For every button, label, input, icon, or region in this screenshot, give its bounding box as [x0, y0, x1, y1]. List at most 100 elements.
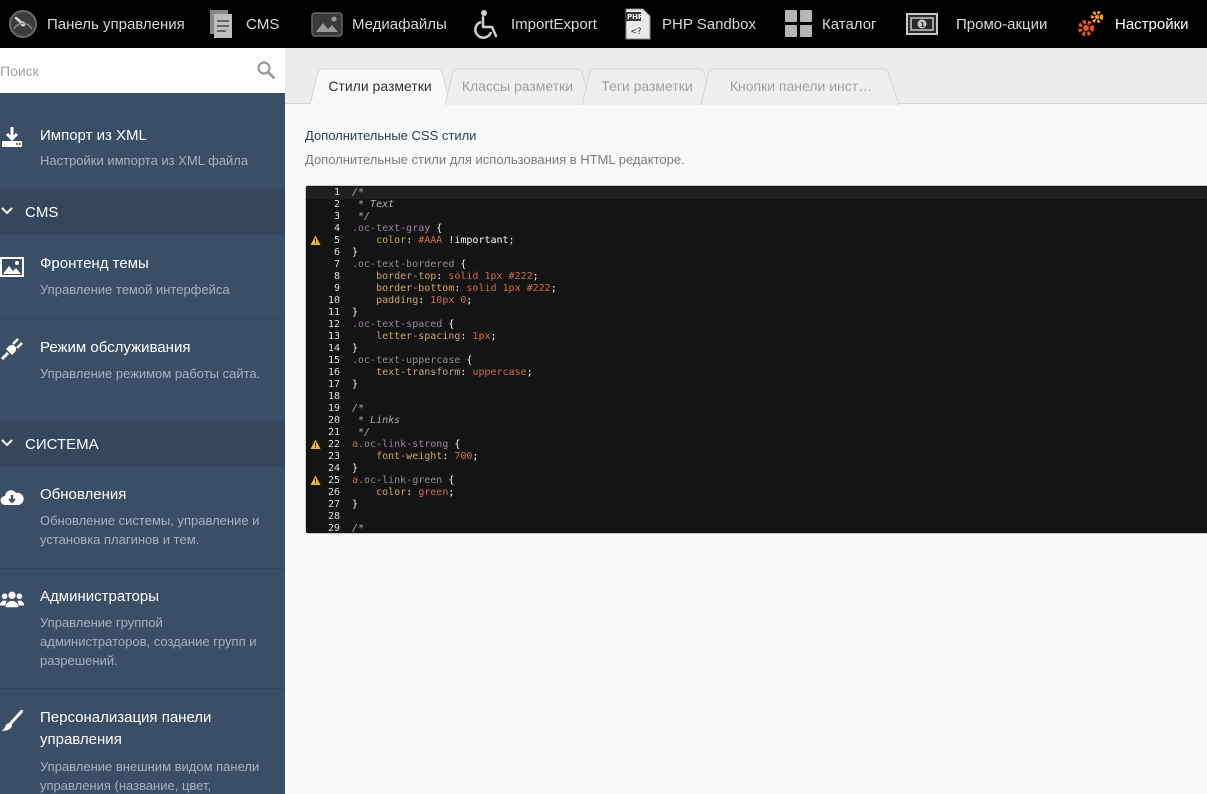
nav-item-php-sandbox[interactable]: PHP <? PHP Sandbox: [623, 0, 756, 48]
sidebar-item-updates[interactable]: Обновления Обновление системы, управлени…: [0, 467, 285, 569]
code-token: color: [352, 487, 407, 498]
code-token: .oc-text-bordered: [352, 259, 455, 270]
line-number: 6: [333, 247, 340, 258]
sidebar-item-branding[interactable]: Персонализация панели управления Управле…: [0, 689, 285, 794]
line-number: 29: [327, 523, 340, 534]
code-line: 26 color: green;: [306, 487, 1207, 499]
search-input[interactable]: [0, 48, 250, 93]
nav-label: Настройки: [1115, 15, 1189, 33]
code-token: 1px: [472, 331, 491, 342]
code-token: ;: [466, 295, 473, 306]
cms-pages-icon: [207, 8, 237, 40]
code-text: color: #AAA !important;: [352, 235, 515, 247]
code-text: }: [352, 307, 358, 319]
svg-text:PHP: PHP: [627, 13, 643, 21]
search-icon[interactable]: [257, 61, 275, 79]
code-text: a.oc-link-green {: [352, 475, 454, 487]
code-token: color: [352, 235, 407, 246]
code-line: 15 .oc-text-uppercase {: [306, 355, 1207, 367]
code-token: {: [430, 223, 443, 234]
code-token: 10px 0: [430, 295, 467, 306]
line-number: 22: [327, 439, 340, 450]
sidebar-item-title: Обновления: [40, 486, 127, 503]
code-line: 22 a.oc-link-strong {: [306, 439, 1207, 451]
sidebar-item-desc: Управление режимом работы сайта.: [40, 366, 261, 381]
line-number: 13: [327, 331, 340, 342]
nav-item-promo[interactable]: 1 Промо-акции: [906, 0, 1047, 48]
code-token: /*: [352, 187, 365, 198]
css-code-editor[interactable]: 1/* 2 * Text 3 */4 .oc-text-gray {5 color: …: [305, 185, 1207, 534]
sidebar-item-desc: Управление темой интерфейса: [40, 282, 230, 297]
warning-triangle-icon: [310, 235, 321, 246]
code-text: * Text: [352, 199, 394, 211]
code-token: border-bottom: [352, 283, 455, 294]
tab-label: Кнопки панели инст…: [729, 78, 873, 94]
line-number: 4: [333, 223, 340, 234]
code-line: 12 .oc-text-spaced {: [306, 319, 1207, 331]
nav-label: CMS: [246, 15, 280, 33]
code-token: text-transform: [352, 367, 461, 378]
code-token: .oc-text-spaced: [352, 319, 443, 330]
field-label: Дополнительные CSS стили: [305, 128, 477, 143]
code-line: 23 font-weight: 700;: [306, 451, 1207, 463]
image-icon: [0, 255, 24, 279]
sidebar-item-title: Режим обслуживания: [40, 339, 191, 356]
money-bill-icon: 1: [906, 13, 938, 35]
tab-markup-tags[interactable]: Теги разметки: [582, 68, 712, 105]
nav-label: Промо-акции: [956, 15, 1048, 33]
code-token: #AAA: [418, 235, 443, 246]
sidebar-item-maintenance[interactable]: Режим обслуживания Управление режимом ра…: [0, 319, 285, 422]
nav-label: ImportExport: [511, 15, 597, 33]
code-token: }: [352, 499, 359, 510]
code-token: ;: [532, 271, 539, 282]
cloud-download-icon: [0, 485, 24, 509]
nav-item-catalog[interactable]: Каталог: [785, 0, 877, 48]
sidebar-section-cms[interactable]: CMS: [0, 190, 285, 241]
code-line: 20 * Links: [306, 415, 1207, 427]
nav-label: PHP Sandbox: [662, 15, 756, 33]
sidebar: Импорт из XML Настройки импорта из XML ф…: [0, 48, 285, 794]
code-line: 29 /*: [306, 523, 1207, 534]
tab-markup-classes[interactable]: Классы разметки: [445, 68, 590, 105]
code-text: /*: [352, 403, 364, 415]
tab-markup-styles[interactable]: Стили разметки: [310, 68, 450, 105]
code-text: }: [352, 247, 358, 259]
nav-item-settings[interactable]: Настройки: [1076, 0, 1189, 48]
sidebar-section-system[interactable]: СИСТЕМА: [0, 422, 285, 473]
sidebar-item-desc: Настройки импорта из XML файла: [40, 153, 249, 168]
sidebar-item-frontend-themes[interactable]: Фронтенд темы Управление темой интерфейс…: [0, 235, 285, 319]
code-text: border-bottom: solid 1px #222;: [352, 283, 557, 295]
code-token: 700: [454, 451, 473, 462]
code-line: 9 border-bottom: solid 1px #222;: [306, 283, 1207, 295]
main-content: Стили разметки Классы разметки Теги разм…: [285, 48, 1207, 794]
nav-item-importexport[interactable]: ImportExport: [472, 0, 597, 48]
section-label: СИСТЕМА: [25, 436, 99, 453]
code-token: /*: [352, 403, 365, 414]
code-token: .oc-link-strong: [358, 439, 449, 450]
code-line: 18: [306, 391, 1207, 403]
code-token: .oc-link-green: [358, 475, 443, 486]
code-text: .oc-text-spaced {: [352, 319, 454, 331]
line-number: 24: [327, 463, 340, 474]
code-token: :: [460, 367, 473, 378]
code-text: }: [352, 343, 358, 355]
nav-label: Медиафайлы: [352, 15, 447, 33]
tab-toolbar-buttons[interactable]: Кнопки панели инст…: [701, 68, 901, 105]
code-token: solid 1px #222: [448, 271, 533, 282]
svg-text:1: 1: [920, 21, 925, 29]
code-token: }: [352, 379, 359, 390]
line-number: 15: [327, 355, 340, 366]
code-text: padding: 10px 0;: [352, 295, 472, 307]
code-line: 17}: [306, 379, 1207, 391]
section-label: CMS: [25, 204, 59, 221]
nav-item-media[interactable]: Медиафайлы: [311, 0, 447, 48]
code-line: 28: [306, 511, 1207, 523]
code-token: .oc-text-uppercase: [352, 355, 461, 366]
nav-item-dashboard[interactable]: Панель управления: [8, 0, 185, 48]
code-token: :: [454, 283, 467, 294]
code-token: padding: [352, 295, 419, 306]
code-line: 4 .oc-text-gray {: [306, 223, 1207, 235]
sidebar-item-administrators[interactable]: Администраторы Управление группой админи…: [0, 569, 285, 689]
nav-item-cms[interactable]: CMS: [207, 0, 279, 48]
sidebar-item-import-xml[interactable]: Импорт из XML Настройки импорта из XML ф…: [0, 93, 285, 190]
